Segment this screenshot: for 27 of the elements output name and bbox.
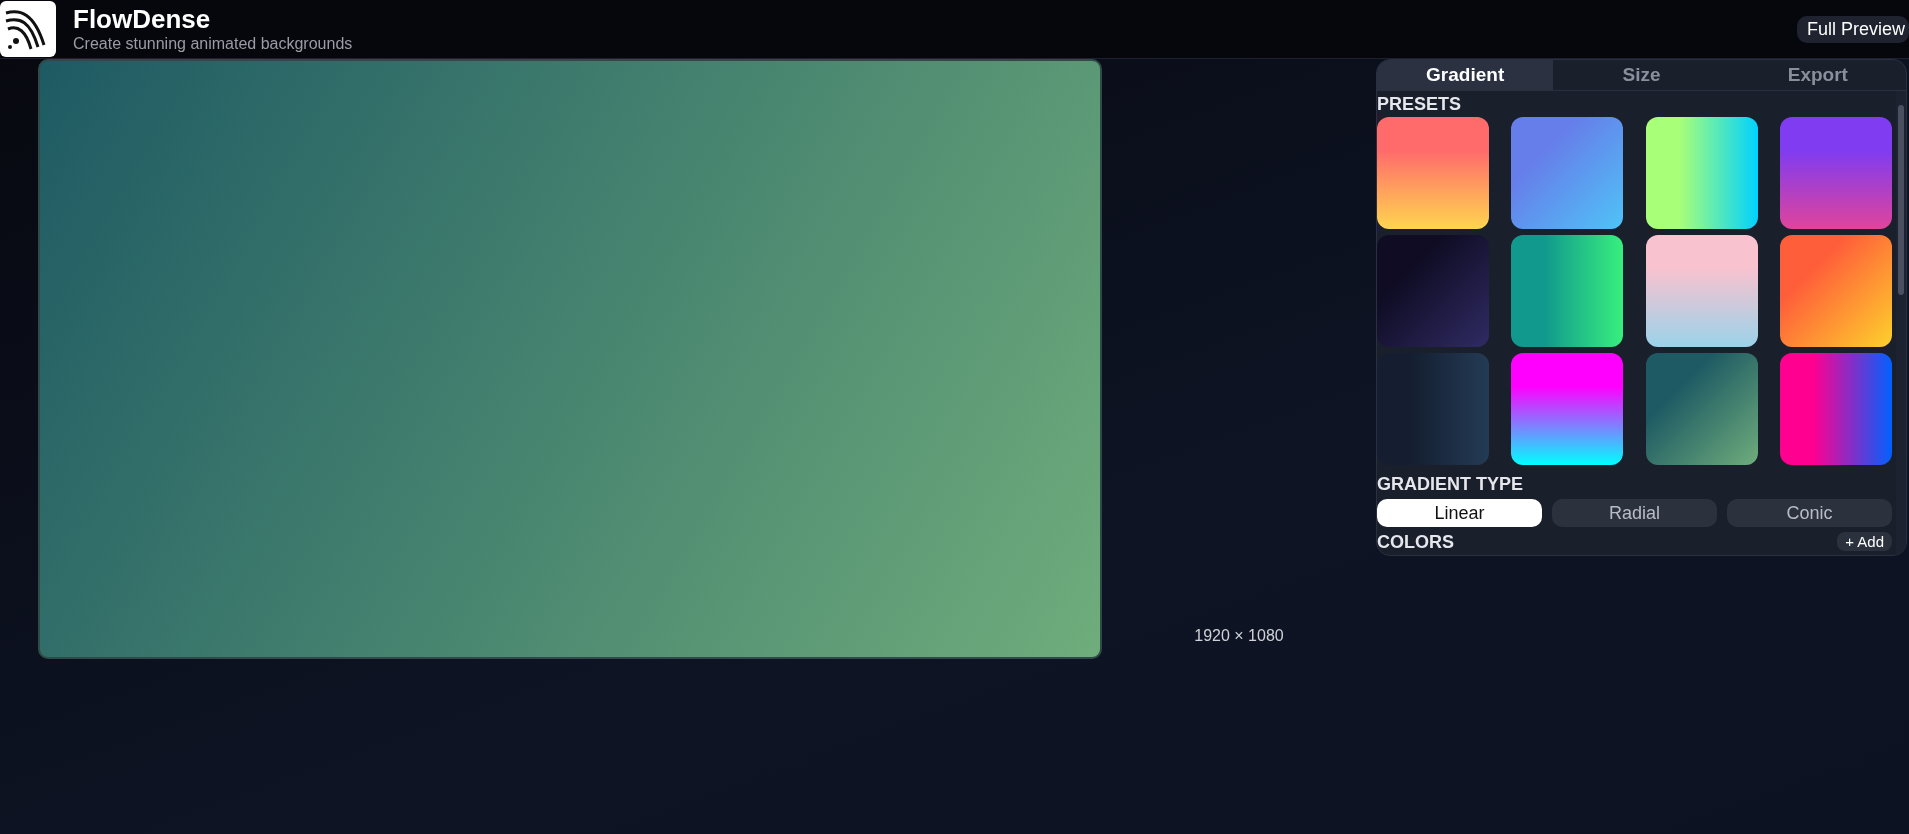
scrollbar[interactable]: [1896, 91, 1906, 555]
preset-swatch[interactable]: [1645, 235, 1758, 347]
section-heading: GRADIENT TYPE: [1377, 473, 1524, 495]
preset-swatch[interactable]: [1780, 117, 1892, 229]
preset-swatch[interactable]: [1511, 117, 1624, 229]
gradient-type-option[interactable]: Conic: [1727, 499, 1892, 527]
tab[interactable]: Export: [1729, 60, 1906, 90]
tab[interactable]: Gradient: [1377, 60, 1554, 90]
preset-swatch[interactable]: [1377, 235, 1489, 347]
app-title: FlowDense: [73, 4, 212, 34]
preset-swatch[interactable]: [1377, 353, 1489, 465]
preset-swatch[interactable]: [1645, 117, 1758, 229]
add-color-button[interactable]: + Add: [1837, 531, 1892, 551]
gradient-type-option[interactable]: Radial: [1552, 499, 1717, 527]
tab[interactable]: Size: [1553, 60, 1730, 90]
preset-swatch[interactable]: [1780, 235, 1892, 347]
preset-swatch[interactable]: [1645, 353, 1758, 465]
preset-swatch[interactable]: [1511, 235, 1624, 347]
full-preview-button[interactable]: Full Preview: [1796, 15, 1909, 43]
preset-swatch[interactable]: [1511, 353, 1624, 465]
preset-swatch[interactable]: [1377, 117, 1489, 229]
section-heading: PRESETS: [1377, 93, 1463, 115]
section-heading: COLORS: [1377, 531, 1454, 553]
preset-swatch[interactable]: [1780, 353, 1892, 465]
app-subtitle: Create stunning animated backgrounds: [73, 34, 353, 54]
gradient-type-option[interactable]: Linear: [1377, 499, 1542, 527]
size-label: 1920 × 1080: [1193, 627, 1285, 645]
